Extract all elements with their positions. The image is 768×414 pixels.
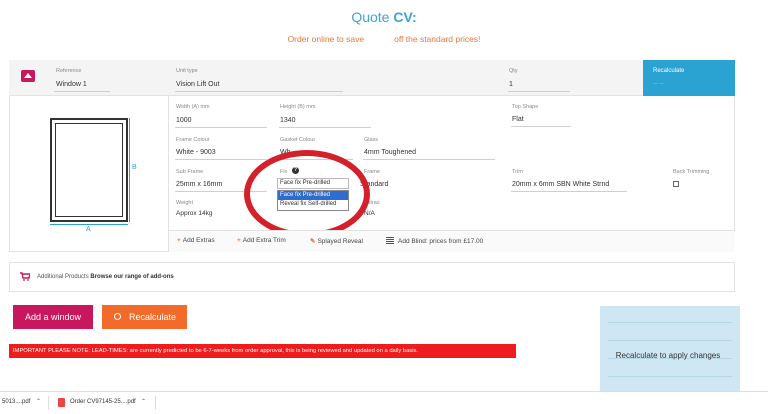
qty-input[interactable]: 1: [509, 81, 513, 88]
page-title: Quote CV:: [351, 9, 417, 25]
totals-divider: [608, 340, 732, 341]
trim-select[interactable]: 20mm x 6mm SBN White Strnd: [512, 181, 609, 188]
header-recalculate-price: — —: [653, 81, 665, 87]
download-separator: [48, 396, 49, 410]
add-extras-link[interactable]: + Add Extras: [177, 237, 215, 244]
width-underline: [175, 127, 267, 128]
collapse-button[interactable]: [21, 70, 35, 82]
top-shape-label: Top Shape: [512, 104, 539, 110]
sub-frame-label: Sub Frame: [176, 169, 204, 175]
chevron-up-icon[interactable]: ⌃: [141, 398, 146, 405]
frame-label: Frame: [364, 169, 380, 175]
window-header: [9, 60, 735, 96]
height-dimension-line: [129, 118, 130, 222]
qty-underline: [508, 91, 570, 92]
add-extra-trim-link[interactable]: + Add Extra Trim: [237, 237, 286, 244]
window-glass-diagram: [55, 123, 123, 217]
promo-subtitle: Order online to save off the standard pri…: [287, 34, 481, 44]
frame-colour-underline: [175, 159, 267, 160]
height-input[interactable]: 1340: [280, 117, 296, 124]
plus-icon: +: [177, 237, 181, 244]
totals-divider: [608, 376, 732, 377]
trim-underline: [511, 191, 627, 192]
sub-frame-select[interactable]: 25mm x 16mm: [176, 181, 222, 188]
add-blind-link[interactable]: Add Blind: prices from £17.00: [386, 237, 483, 245]
weight-label: Weight: [176, 200, 194, 206]
glass-select[interactable]: 4mm Toughened: [364, 149, 416, 156]
quote-code: CV:: [393, 9, 417, 25]
width-dimension-line: [50, 224, 128, 225]
splayed-reveal-icon: ✎: [310, 238, 316, 245]
top-shape-select[interactable]: Flat: [512, 116, 524, 123]
download-item-1[interactable]: 5013....pdf: [2, 399, 30, 405]
top-shape-underline: [511, 126, 571, 127]
weight-value: Approx 14kg: [176, 210, 213, 217]
back-trimming-checkbox[interactable]: [673, 181, 679, 187]
qty-label: Qty: [509, 68, 518, 74]
highlight-ring: [244, 150, 370, 238]
totals-panel: [600, 306, 740, 391]
width-label: Width (A) mm: [176, 104, 210, 110]
pdf-icon: [58, 398, 65, 407]
browse-addons-link[interactable]: Browse our range of add-ons: [90, 274, 173, 280]
reference-underline: [54, 91, 110, 92]
header-recalculate-panel[interactable]: Recalculate — —: [643, 60, 735, 96]
height-marker: B: [132, 164, 137, 171]
unit-type-underline: [175, 91, 343, 92]
glass-underline: [363, 159, 495, 160]
chevron-up-icon[interactable]: ⌃: [36, 398, 41, 405]
header-recalculate-label: Recalculate: [653, 68, 685, 74]
height-label: Height (B) mm: [280, 104, 316, 110]
reference-input[interactable]: Window 1: [56, 81, 87, 88]
width-input[interactable]: 1000: [176, 117, 192, 124]
unit-type-select[interactable]: Vision Lift Out: [176, 81, 219, 88]
recalculate-icon: [114, 313, 121, 320]
frame-colour-label: Frame Colour: [176, 137, 210, 143]
back-trimming-label: Back Trimming: [673, 169, 710, 175]
additional-products-text: Additional Products Browse our range of …: [37, 274, 174, 280]
extras-value: N/A: [364, 210, 375, 217]
unit-type-label: Unit type: [176, 68, 198, 74]
splayed-reveal-link[interactable]: ✎ Splayed Reveal: [310, 237, 363, 245]
reference-label: Reference: [56, 68, 82, 74]
totals-recalculate-message: Recalculate to apply changes: [615, 351, 721, 360]
glass-label: Glass: [364, 137, 379, 143]
gasket-colour-label: Gasket Colour: [280, 137, 316, 143]
totals-divider: [608, 322, 732, 323]
width-marker: A: [86, 226, 91, 233]
plus-icon: +: [237, 237, 241, 244]
download-separator: [155, 396, 156, 410]
trim-label: Trim: [512, 169, 523, 175]
cart-icon: [20, 272, 30, 281]
add-window-button[interactable]: Add a window: [13, 305, 93, 329]
blind-icon: [386, 237, 394, 244]
download-item-2[interactable]: Order CV97145-25....pdf: [70, 399, 136, 405]
frame-colour-select[interactable]: White - 9003: [176, 149, 216, 156]
lead-time-notice: IMPORTANT PLEASE NOTE: LEAD-TIMES: are c…: [9, 344, 516, 358]
height-underline: [279, 127, 371, 128]
